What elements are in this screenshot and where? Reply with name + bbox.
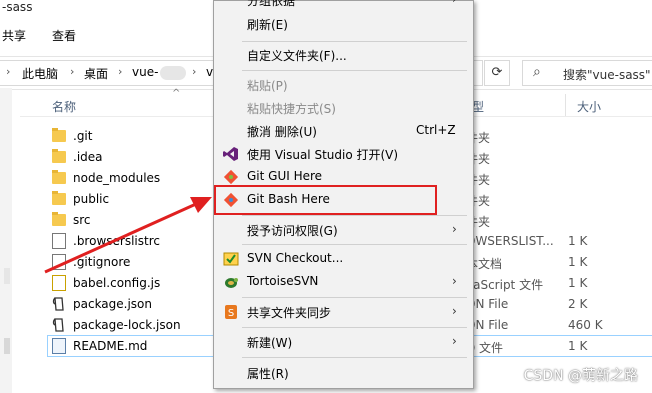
annotation-arrow-line bbox=[44, 202, 197, 274]
watermark: CSDN @萌新之路 bbox=[523, 368, 638, 384]
annotation-arrow bbox=[44, 197, 212, 274]
